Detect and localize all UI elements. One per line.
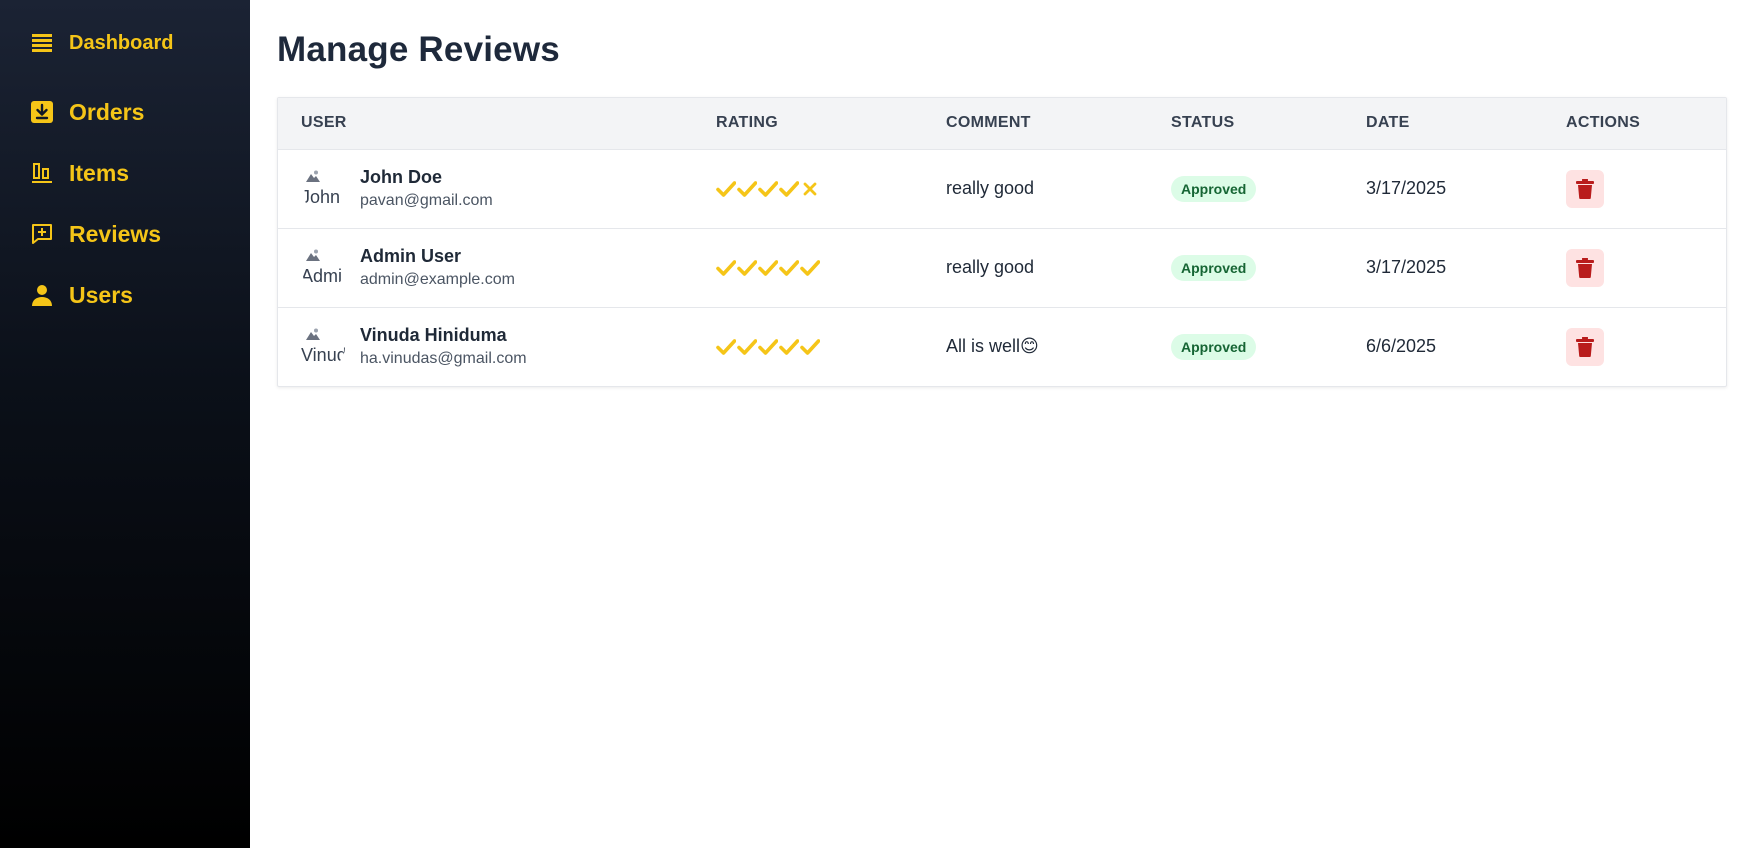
rating-check-icon [737, 259, 757, 276]
rating-check-icon [779, 338, 799, 355]
column-header-rating: RATING [693, 98, 923, 150]
rating-check-icon [716, 180, 736, 197]
column-header-date: DATE [1343, 98, 1543, 150]
date-cell: 6/6/2025 [1366, 336, 1437, 357]
table-header-row: USER RATING COMMENT STATUS DATE ACTIONS [278, 98, 1726, 150]
rating-check-icon [716, 259, 736, 276]
date-cell: 3/17/2025 [1366, 178, 1447, 198]
user-email: pavan@gmail.com [360, 191, 493, 209]
user-cell: Vinud Vinuda Hiniduma ha.vinudas@gmail.c… [278, 307, 693, 386]
user-cell: John John Doe pavan@gmail.com [278, 149, 693, 228]
table-row: Vinud Vinuda Hiniduma ha.vinudas@gmail.c… [278, 307, 1726, 386]
column-header-user: USER [278, 98, 693, 150]
delete-button[interactable] [1566, 248, 1604, 287]
reviews-table: USER RATING COMMENT STATUS DATE ACTIONS [277, 97, 1727, 387]
trash-icon [1576, 336, 1594, 357]
comment-cell: All is well😊 [946, 336, 1039, 357]
trash-icon [1576, 257, 1594, 278]
status-badge: Approved [1171, 175, 1257, 202]
rating-cell [693, 307, 923, 386]
rating-check-icon [800, 259, 820, 276]
rating-cell [693, 228, 923, 307]
user-email: ha.vinudas@gmail.com [360, 349, 527, 367]
avatar-alt-text: Admi [301, 265, 343, 286]
user-icon [30, 283, 54, 307]
rating-stars [716, 337, 923, 357]
sidebar-item-items[interactable]: Items [0, 151, 250, 195]
status-cell: Approved [1148, 149, 1343, 228]
user-name: Admin User [360, 245, 462, 266]
actions-cell [1543, 307, 1726, 386]
avatar: John [301, 167, 345, 211]
table-row: John John Doe pavan@gmail.com really goo… [278, 149, 1726, 228]
rating-check-icon [758, 338, 778, 355]
user-name: John Doe [360, 166, 443, 187]
rating-cross-icon [803, 182, 817, 195]
bars-icon [30, 161, 54, 185]
sidebar: Dashboard Orders Items Reviews Users [0, 0, 250, 848]
main-content: Manage Reviews USER RATING COMMENT STATU… [277, 0, 1727, 387]
user-email: admin@example.com [360, 270, 515, 288]
rating-check-icon [737, 338, 757, 355]
sidebar-item-reviews[interactable]: Reviews [0, 212, 250, 256]
column-header-actions: ACTIONS [1543, 98, 1726, 150]
rating-check-icon [779, 259, 799, 276]
sidebar-item-dashboard[interactable]: Dashboard [0, 28, 250, 58]
actions-cell [1543, 228, 1726, 307]
status-cell: Approved [1148, 307, 1343, 386]
sidebar-item-orders[interactable]: Orders [0, 90, 250, 134]
trash-icon [1576, 178, 1594, 199]
review-icon [30, 222, 54, 246]
rating-cell [693, 149, 923, 228]
comment-cell: really good [946, 178, 1035, 198]
avatar: Admi [301, 246, 345, 290]
status-badge: Approved [1171, 333, 1257, 360]
sidebar-item-label: Dashboard [69, 31, 174, 54]
sidebar-item-label: Items [69, 159, 130, 186]
user-name: Vinuda Hiniduma [360, 324, 507, 345]
rating-check-icon [716, 338, 736, 355]
column-header-comment: COMMENT [923, 98, 1148, 150]
delete-button[interactable] [1566, 327, 1604, 366]
sidebar-item-label: Reviews [69, 220, 162, 247]
actions-cell [1543, 149, 1726, 228]
rating-check-icon [737, 180, 757, 197]
rating-stars [716, 258, 923, 278]
rating-check-icon [779, 180, 799, 197]
rating-check-icon [758, 259, 778, 276]
broken-image-icon [306, 249, 320, 261]
rating-check-icon [800, 338, 820, 355]
status-badge: Approved [1171, 254, 1257, 281]
table-row: Admi Admin User admin@example.com really… [278, 228, 1726, 307]
rating-stars [716, 179, 923, 199]
sidebar-item-users[interactable]: Users [0, 273, 250, 317]
date-cell: 3/17/2025 [1366, 257, 1447, 277]
broken-image-icon [306, 328, 320, 340]
delete-button[interactable] [1566, 169, 1604, 208]
download-icon [30, 100, 54, 124]
column-header-status: STATUS [1148, 98, 1343, 150]
page-title: Manage Reviews [277, 30, 560, 69]
user-cell: Admi Admin User admin@example.com [278, 228, 693, 307]
rating-check-icon [758, 180, 778, 197]
status-cell: Approved [1148, 228, 1343, 307]
comment-cell: really good [946, 257, 1035, 277]
avatar: Vinud [301, 325, 345, 369]
sidebar-item-label: Orders [69, 98, 145, 125]
sidebar-item-label: Users [69, 281, 133, 308]
broken-image-icon [306, 170, 320, 182]
avatar-alt-text: John [301, 186, 341, 207]
list-icon [30, 31, 54, 55]
avatar-alt-text: Vinud [301, 344, 345, 365]
